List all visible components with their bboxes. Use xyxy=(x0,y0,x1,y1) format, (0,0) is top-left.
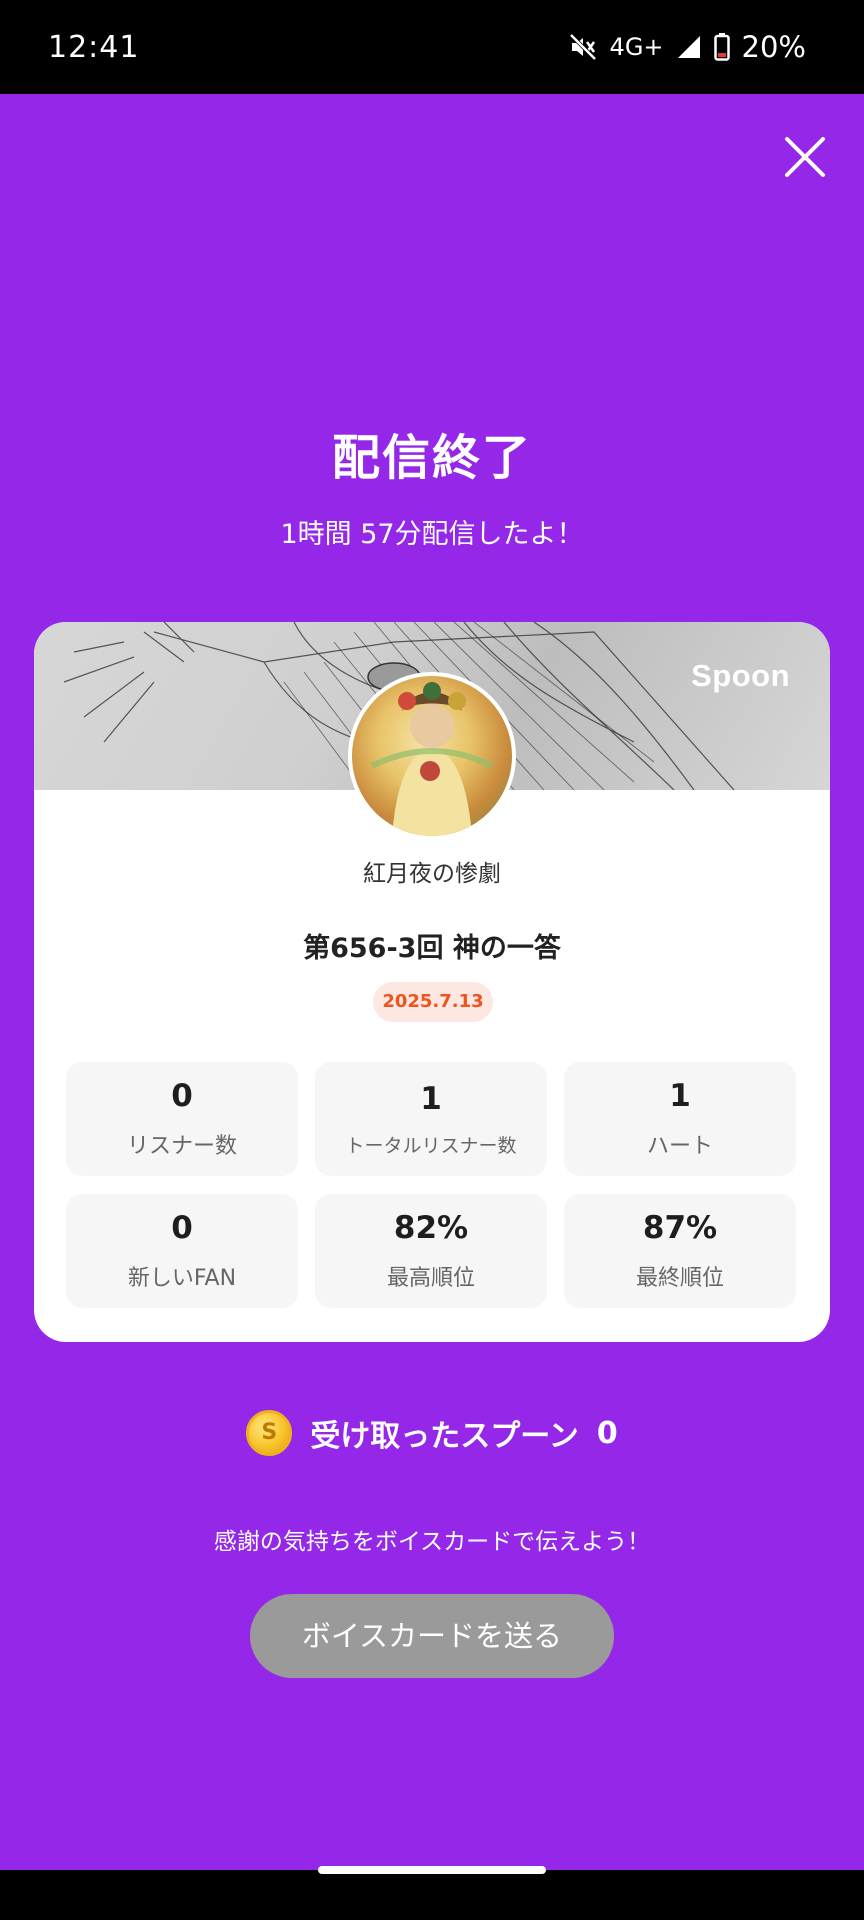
received-spoons: S 受け取ったスプーン 0 xyxy=(0,1410,864,1456)
stat-label: 最高順位 xyxy=(386,1266,475,1291)
stat-value: 1 xyxy=(420,1080,442,1117)
stat-value: 1 xyxy=(669,1078,691,1114)
stat-value: 82% xyxy=(393,1210,469,1246)
summary-card: Spoon 紅月夜の惨劇 第656-3回 神の一答 2025.7.13 0 リス… xyxy=(34,622,830,1342)
live-title: 第656-3回 神の一答 xyxy=(303,933,561,964)
stat-label: トータルリスナー数 xyxy=(345,1134,517,1157)
battery-percent: 20% xyxy=(741,30,806,64)
stat-best-rank: 82% 最高順位 xyxy=(315,1194,547,1308)
status-icons: 4G+ 20% xyxy=(568,30,806,64)
status-time: 12:41 xyxy=(48,29,140,65)
stats-grid: 0 リスナー数 1 トータルリスナー数 1 ハート 0 新しいFAN 82% 最… xyxy=(66,1062,798,1308)
thanks-message: 感謝の気持ちをボイスカードで伝えよう！ xyxy=(213,1529,651,1555)
dj-name: 紅月夜の惨劇 xyxy=(363,861,501,887)
stat-listeners: 0 リスナー数 xyxy=(66,1062,298,1176)
page-title: 配信終了 xyxy=(331,430,532,486)
status-bar: 12:41 4G+ 20% xyxy=(0,0,864,94)
avatar[interactable] xyxy=(348,672,516,840)
stat-label: ハート xyxy=(646,1134,713,1159)
home-gesture-handle[interactable] xyxy=(318,1866,546,1874)
send-voice-card-button[interactable]: ボイスカードを送る xyxy=(250,1594,614,1678)
stat-value: 0 xyxy=(171,1078,193,1114)
battery-icon xyxy=(713,33,730,61)
stat-label: 最終順位 xyxy=(635,1266,724,1291)
navigation-bar xyxy=(0,1870,864,1920)
close-icon xyxy=(785,137,825,177)
stat-label: 新しいFAN xyxy=(127,1266,237,1291)
signal-icon xyxy=(676,34,702,60)
spoon-coin-icon: S xyxy=(246,1410,293,1456)
broadcast-duration: 1時間 57分配信したよ！ xyxy=(280,519,584,550)
spoons-label: 受け取ったスプーン xyxy=(310,1419,579,1454)
stat-total-listeners: 1 トータルリスナー数 xyxy=(315,1062,547,1176)
network-type: 4G+ xyxy=(609,33,664,61)
stat-label: リスナー数 xyxy=(126,1134,237,1159)
date-badge: 2025.7.13 xyxy=(373,982,493,1022)
mute-icon xyxy=(568,32,598,62)
spoons-count: 0 xyxy=(596,1415,618,1451)
stat-new-fans: 0 新しいFAN xyxy=(66,1194,298,1308)
stat-value: 0 xyxy=(171,1210,193,1246)
stat-hearts: 1 ハート xyxy=(564,1062,796,1176)
close-button[interactable] xyxy=(782,134,828,180)
stat-value: 87% xyxy=(642,1210,718,1246)
avatar-art xyxy=(370,682,494,836)
spoon-logo: Spoon xyxy=(691,658,790,693)
stat-final-rank: 87% 最終順位 xyxy=(564,1194,796,1308)
